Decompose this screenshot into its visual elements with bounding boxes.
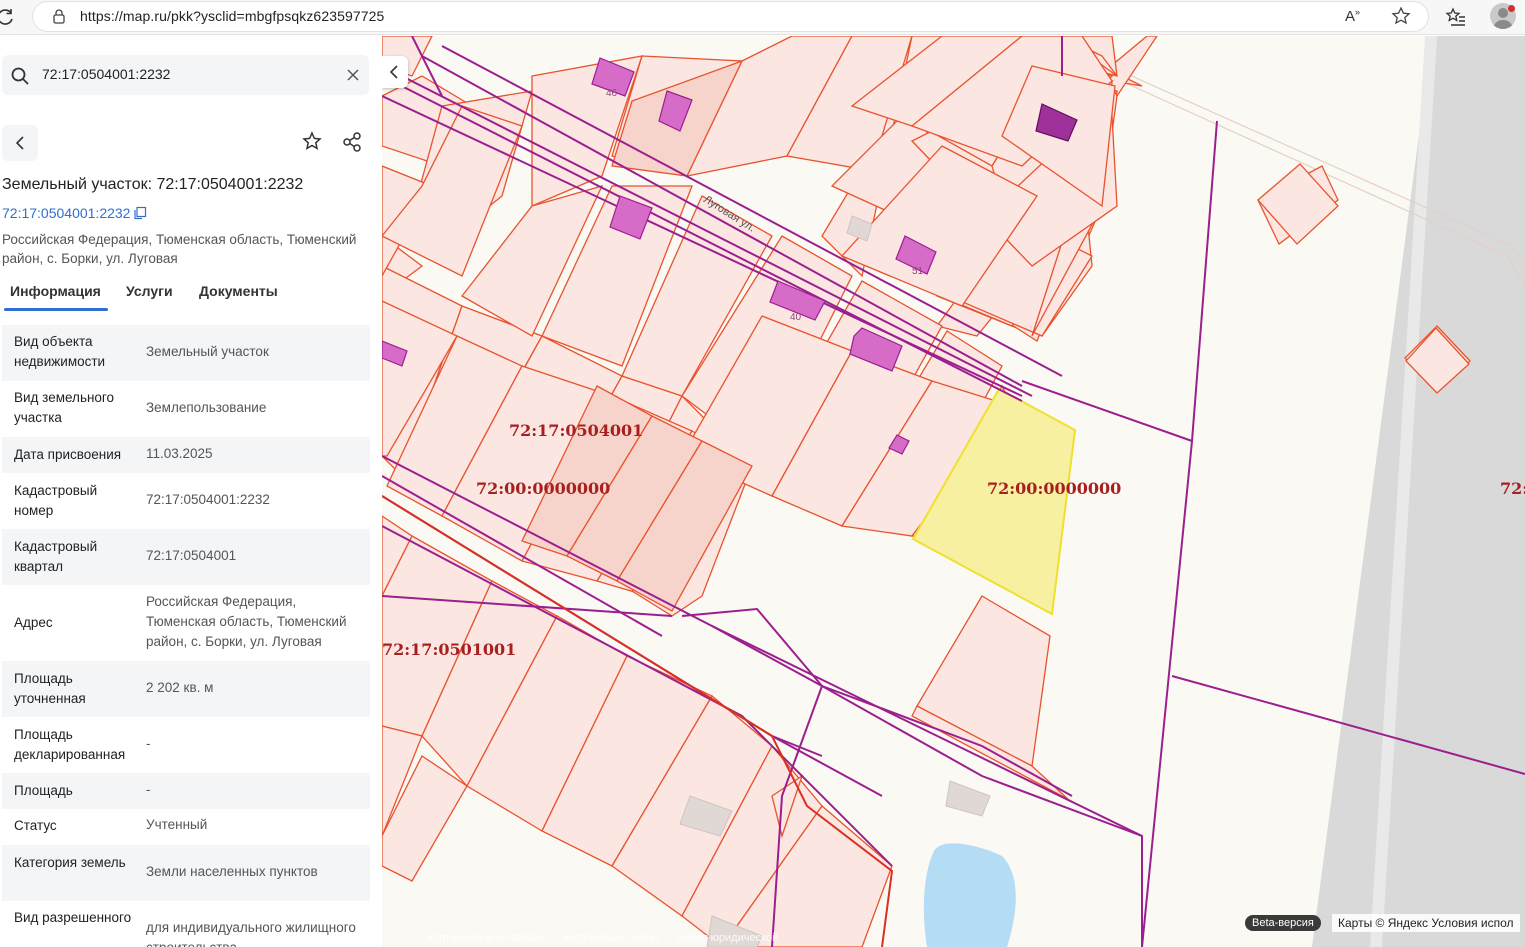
lock-icon[interactable] bbox=[51, 8, 67, 24]
table-row: Площадь декларированная - bbox=[2, 717, 370, 773]
row-value: 11.03.2025 bbox=[146, 446, 213, 461]
row-key: Категория земель bbox=[14, 855, 126, 870]
info-table: Вид объекта недвижимости Земельный участ… bbox=[2, 325, 370, 947]
house-number: 51 bbox=[912, 266, 924, 277]
table-row: Адрес Российская Федерация, Тюменская об… bbox=[2, 585, 370, 661]
table-row: Вид разрешенного для индивидуального жил… bbox=[2, 901, 370, 947]
row-key: Вид земельного участка bbox=[14, 390, 115, 425]
row-key: Статус bbox=[14, 818, 57, 833]
row-value: Земельный участок bbox=[146, 344, 269, 359]
table-row: Площадь - bbox=[2, 773, 370, 809]
row-key: Вид разрешенного bbox=[14, 910, 132, 925]
share-icon bbox=[343, 132, 361, 152]
quarter-label: 72: bbox=[1500, 479, 1525, 498]
back-button[interactable] bbox=[2, 125, 38, 161]
house-number: 40 bbox=[790, 312, 802, 323]
table-row: Дата присвоения 11.03.2025 bbox=[2, 437, 370, 473]
object-info-panel: 72:17:0504001:2232 Земельный участок: 72… bbox=[0, 36, 382, 947]
favorites-list-icon[interactable] bbox=[1445, 7, 1467, 29]
row-value: Землепользование bbox=[146, 400, 267, 415]
favorite-star-icon[interactable] bbox=[1391, 6, 1411, 26]
notification-dot bbox=[1508, 5, 1515, 12]
info-tabs: Информация Услуги Документы bbox=[2, 279, 368, 311]
tab-services[interactable]: Услуги bbox=[126, 283, 173, 299]
url-text[interactable]: https://map.ru/pkk?ysclid=mbgfpsqkz62359… bbox=[80, 8, 384, 24]
search-input[interactable]: 72:17:0504001:2232 bbox=[42, 66, 170, 82]
row-key: Кадастровый номер bbox=[14, 483, 98, 518]
row-key: Площадь уточненная bbox=[14, 671, 86, 706]
copy-icon[interactable] bbox=[133, 206, 147, 220]
object-address: Российская Федерация, Тюменская область,… bbox=[2, 232, 357, 266]
map-disclaimer: … источников и не связан … информация но… bbox=[412, 932, 779, 944]
collapse-panel-button[interactable] bbox=[382, 56, 408, 88]
active-tab-indicator bbox=[4, 308, 108, 311]
search-box[interactable]: 72:17:0504001:2232 bbox=[2, 55, 369, 95]
row-value: Земли населенных пунктов bbox=[146, 864, 318, 879]
quarter-label: 72:00:0000000 bbox=[987, 479, 1122, 498]
quarter-label: 72:17:0504001 bbox=[509, 421, 644, 440]
table-row: Категория земель Земли населенных пункто… bbox=[2, 845, 370, 901]
object-title: Земельный участок: 72:17:0504001:2232 bbox=[2, 176, 304, 193]
quarter-label: 72:17:0501001 bbox=[382, 640, 517, 659]
table-row: Вид объекта недвижимости Земельный участ… bbox=[2, 325, 370, 381]
tab-information[interactable]: Информация bbox=[10, 283, 101, 299]
row-value: для индивидуального жилищного строительс… bbox=[146, 920, 356, 947]
share-button[interactable] bbox=[336, 125, 368, 159]
close-icon[interactable] bbox=[345, 67, 361, 83]
row-key: Дата присвоения bbox=[14, 447, 122, 462]
cadastral-number-link[interactable]: 72:17:0504001:2232 bbox=[2, 205, 130, 221]
table-row: Вид земельного участка Землепользование bbox=[2, 381, 370, 437]
row-value: - bbox=[146, 736, 151, 751]
address-bar[interactable]: https://map.ru/pkk?ysclid=mbgfpsqkz62359… bbox=[33, 2, 1428, 31]
map-copyright[interactable]: Карты © Яндекс Условия испол bbox=[1332, 914, 1520, 932]
search-icon bbox=[11, 67, 29, 85]
table-row: Площадь уточненная 2 202 кв. м bbox=[2, 661, 370, 717]
row-key: Кадастровый квартал bbox=[14, 539, 98, 574]
reload-icon[interactable] bbox=[0, 7, 16, 27]
row-value: - bbox=[146, 782, 151, 797]
row-value: 72:17:0504001 bbox=[146, 548, 237, 563]
browser-toolbar: https://map.ru/pkk?ysclid=mbgfpsqkz62359… bbox=[0, 0, 1525, 35]
row-key: Площадь декларированная bbox=[14, 727, 126, 762]
star-icon bbox=[302, 131, 322, 150]
row-value: 72:17:0504001:2232 bbox=[146, 492, 270, 507]
quarter-label: 72:00:0000000 bbox=[476, 479, 611, 498]
house-number: 46 bbox=[606, 88, 618, 99]
row-value: 2 202 кв. м bbox=[146, 680, 214, 695]
table-row: Кадастровый номер 72:17:0504001:2232 bbox=[2, 473, 370, 529]
row-key: Адрес bbox=[14, 615, 53, 630]
read-aloud-icon[interactable]: A» bbox=[1345, 7, 1365, 27]
table-row: Кадастровый квартал 72:17:0504001 bbox=[2, 529, 370, 585]
row-value: Российская Федерация, Тюменская область,… bbox=[146, 594, 347, 649]
beta-badge: Beta-версия bbox=[1245, 915, 1321, 931]
table-row: Статус Учтенный bbox=[2, 809, 370, 845]
chevron-left-icon bbox=[389, 65, 398, 79]
row-key: Площадь bbox=[14, 783, 73, 798]
row-key: Вид объекта недвижимости bbox=[14, 334, 106, 369]
tab-documents[interactable]: Документы bbox=[199, 283, 278, 299]
add-favorite-button[interactable] bbox=[296, 125, 328, 159]
chevron-left-icon bbox=[15, 136, 24, 150]
row-value: Учтенный bbox=[146, 817, 208, 832]
cadastral-map[interactable]: 72:17:0504001 72:00:0000000 72:00:000000… bbox=[382, 36, 1525, 947]
